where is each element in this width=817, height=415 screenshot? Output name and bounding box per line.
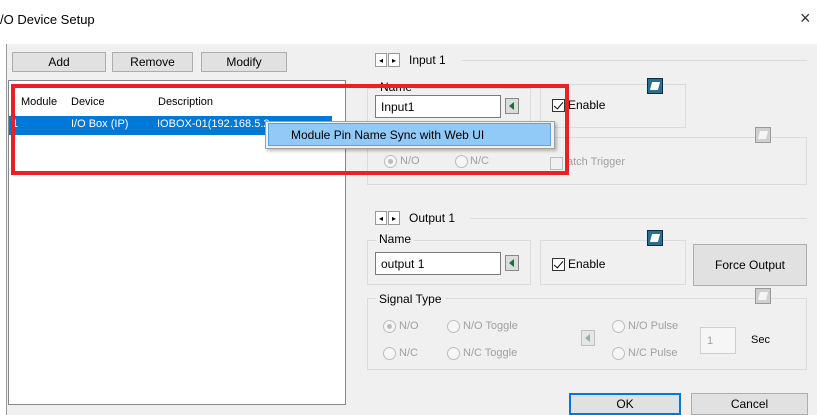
remove-button[interactable]: Remove	[112, 52, 193, 72]
output-no-pulse-radio[interactable]	[612, 320, 625, 333]
highlight-box	[11, 84, 569, 175]
add-button[interactable]: Add	[12, 52, 106, 72]
pulse-duration-field[interactable]: 1	[700, 327, 736, 354]
output-nc-toggle-radio[interactable]	[447, 347, 460, 360]
force-output-button[interactable]: Force Output	[693, 244, 807, 286]
output-no-radio[interactable]	[383, 320, 396, 333]
input-next-button[interactable]: ▸	[388, 53, 400, 67]
output-section-title: Output 1	[409, 211, 456, 225]
output-signal-type-label: Signal Type	[376, 292, 445, 306]
output-no-pulse-label: N/O Pulse	[628, 320, 679, 332]
window-title: /O Device Setup	[0, 12, 95, 27]
output-nc-pulse-label: N/C Pulse	[628, 347, 678, 359]
output-no-label: N/O	[399, 320, 419, 332]
output-section-divider	[470, 218, 807, 219]
close-icon[interactable]: ×	[800, 8, 811, 29]
pulse-sec-label: Sec	[751, 334, 770, 346]
input-enable-label: Enable	[568, 98, 606, 112]
output-config-icon[interactable]	[647, 230, 663, 246]
output-nc-radio[interactable]	[383, 347, 396, 360]
input-latch-label: atch Trigger	[567, 156, 626, 168]
output-nc-pulse-radio[interactable]	[612, 347, 625, 360]
ok-button[interactable]: OK	[569, 393, 681, 415]
cancel-button[interactable]: Cancel	[691, 393, 808, 415]
output-next-button[interactable]: ▸	[388, 211, 400, 225]
output-name-label: Name	[376, 232, 415, 246]
modify-button[interactable]: Modify	[201, 52, 287, 72]
title-bar	[0, 0, 817, 44]
output-prev-button[interactable]: ◂	[375, 211, 387, 225]
output-apply-name-icon[interactable]	[505, 255, 519, 271]
output-nc-label: N/C	[399, 347, 418, 359]
output-enable-label: Enable	[568, 257, 606, 271]
output-name-field[interactable]: output 1	[375, 252, 501, 275]
output-nc-toggle-label: N/C Toggle	[463, 347, 518, 359]
input-signal-config-icon[interactable]	[755, 127, 771, 143]
output-no-toggle-label: N/O Toggle	[463, 320, 518, 332]
input-section-divider	[462, 60, 807, 61]
input-prev-button[interactable]: ◂	[375, 53, 387, 67]
input-config-icon[interactable]	[647, 78, 663, 94]
input-section-title: Input 1	[409, 53, 446, 67]
output-no-toggle-radio[interactable]	[447, 320, 460, 333]
pulse-apply-icon[interactable]	[581, 330, 595, 346]
output-enable-checkbox[interactable]	[552, 258, 565, 271]
output-signal-config-icon[interactable]	[755, 288, 771, 304]
